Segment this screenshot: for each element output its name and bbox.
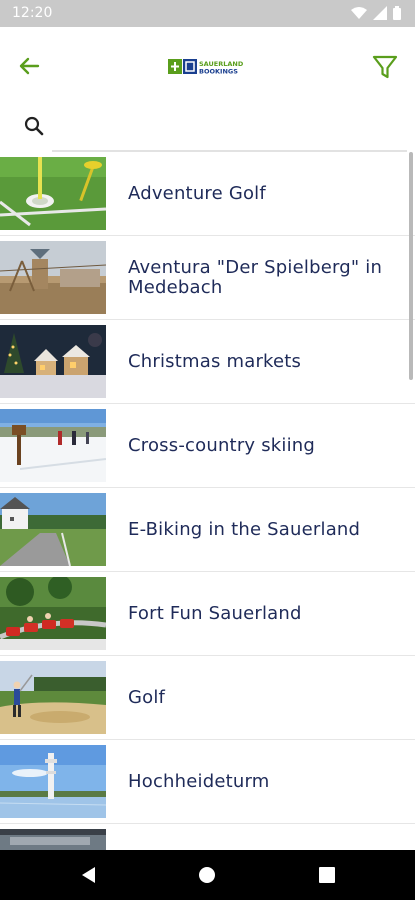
- sauerland-bookings-logo: SAUERLAND BOOKINGS: [168, 58, 248, 76]
- playground-thumbnail: [0, 241, 106, 314]
- scrollbar-thumb[interactable]: [409, 152, 413, 380]
- golfer-thumbnail: [0, 661, 106, 734]
- arrow-left-icon: [19, 57, 40, 75]
- home-nav-icon[interactable]: [198, 866, 216, 884]
- list-item[interactable]: Fort Fun Sauerland: [0, 572, 415, 656]
- list-item[interactable]: E-Biking in the Sauerland: [0, 488, 415, 572]
- filter-button[interactable]: [371, 52, 399, 82]
- battery-icon: [393, 6, 401, 20]
- list-item[interactable]: Cross-country skiing: [0, 404, 415, 488]
- item-label: Fort Fun Sauerland: [128, 602, 302, 624]
- tower-thumbnail: [0, 745, 106, 818]
- search-icon: [24, 116, 44, 136]
- item-label: Cross-country skiing: [128, 434, 316, 456]
- item-label: Hochheideturm: [128, 770, 270, 792]
- list-item[interactable]: [0, 824, 415, 850]
- search-bar: [0, 107, 415, 149]
- back-button[interactable]: [14, 51, 44, 81]
- skiing-thumbnail: [0, 409, 106, 482]
- logo-text-bottom: BOOKINGS: [199, 68, 238, 76]
- item-label: Adventure Golf: [128, 182, 266, 204]
- status-bar: 12:20: [0, 0, 415, 27]
- item-label: E-Biking in the Sauerland: [128, 518, 361, 540]
- signal-icon: [373, 6, 387, 20]
- item-label: Christmas markets: [128, 350, 302, 372]
- country-road-thumbnail: [0, 493, 106, 566]
- list-item[interactable]: Hochheideturm: [0, 740, 415, 824]
- list-item[interactable]: Christmas markets: [0, 320, 415, 404]
- mini-golf-thumbnail: [0, 157, 106, 230]
- christmas-market-thumbnail: [0, 325, 106, 398]
- item-label: Aventura "Der Spielberg" in Medebach: [128, 256, 383, 298]
- search-input[interactable]: [55, 112, 399, 144]
- activity-list: Adventure Golf Aventura "Der Spielberg" …: [0, 152, 415, 850]
- wifi-icon: [351, 7, 367, 19]
- list-item[interactable]: Aventura "Der Spielberg" in Medebach: [0, 236, 415, 320]
- app-bar: SAUERLAND BOOKINGS: [0, 27, 415, 107]
- partial-thumbnail: [0, 829, 106, 850]
- item-label: Golf: [128, 686, 166, 708]
- system-navigation-bar: [0, 850, 415, 900]
- list-item[interactable]: Adventure Golf: [0, 152, 415, 236]
- filter-icon: [372, 55, 398, 79]
- status-icons: [351, 6, 401, 20]
- list-item[interactable]: Golf: [0, 656, 415, 740]
- coaster-thumbnail: [0, 577, 106, 650]
- recents-nav-icon[interactable]: [318, 866, 336, 884]
- back-nav-icon[interactable]: [80, 866, 98, 884]
- status-time: 12:20: [12, 5, 53, 21]
